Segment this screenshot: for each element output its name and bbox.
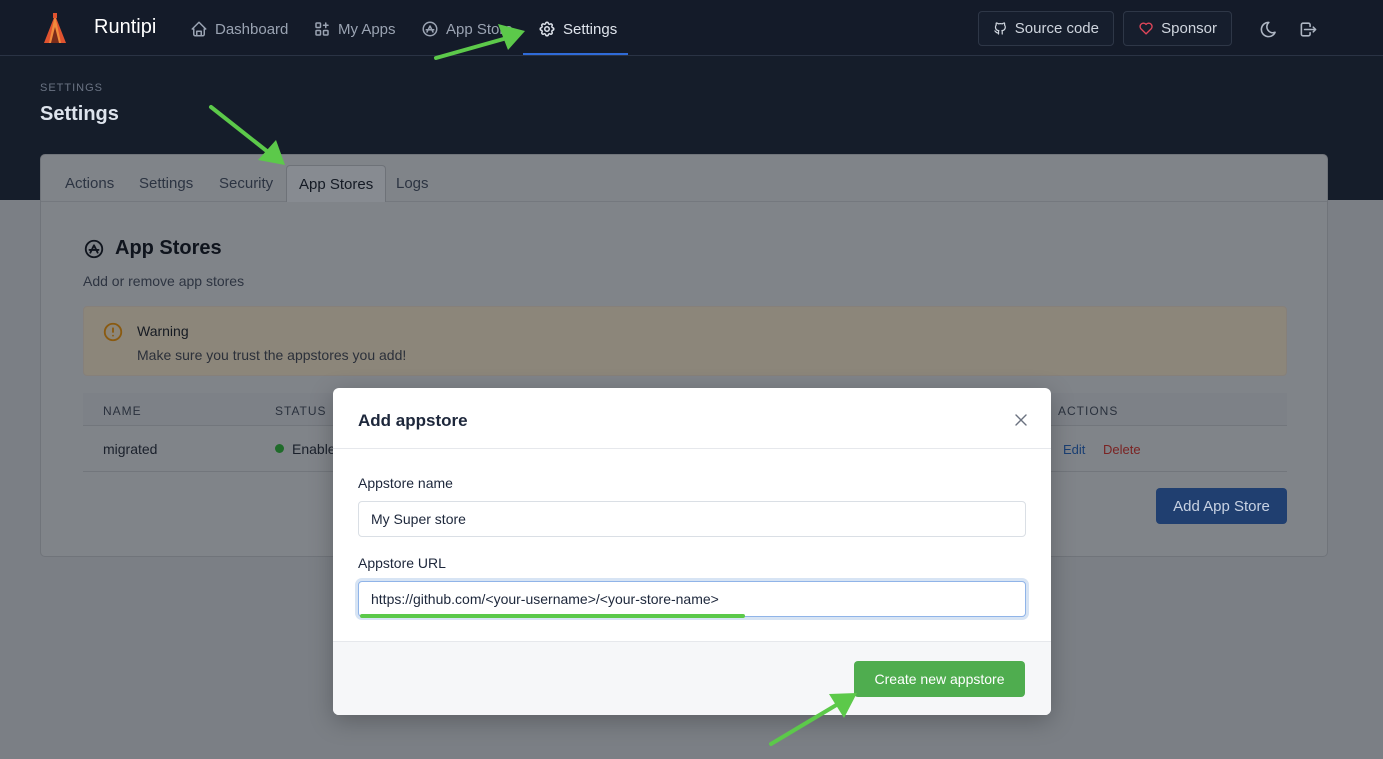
add-appstore-modal: Add appstore Appstore name Appstore URL … [333, 388, 1051, 715]
tab-app-stores[interactable]: App Stores [286, 165, 387, 202]
column-status: STATUS [275, 404, 327, 418]
nav-settings[interactable]: Settings [538, 18, 617, 40]
nav-app-store-label: App Store [446, 20, 513, 38]
column-name: NAME [103, 404, 142, 418]
warning-alert: Warning Make sure you trust the appstore… [83, 306, 1287, 376]
home-icon [191, 21, 207, 37]
alert-title: Warning [137, 323, 189, 339]
column-actions: ACTIONS [1058, 404, 1119, 418]
logout-button[interactable] [1297, 18, 1319, 40]
add-app-store-button[interactable]: Add App Store [1156, 488, 1287, 524]
tab-actions[interactable]: Actions [53, 165, 126, 202]
top-navbar: Runtipi Dashboard My Apps App Store Sett… [0, 0, 1383, 56]
status-dot [275, 444, 284, 453]
sponsor-label: Sponsor [1161, 20, 1217, 37]
appstore-name-label: Appstore name [358, 475, 453, 491]
section-title-text: App Stores [115, 237, 222, 259]
delete-link[interactable]: Delete [1103, 442, 1141, 457]
source-code-button[interactable]: Source code [978, 11, 1114, 46]
tab-settings[interactable]: Settings [127, 165, 205, 202]
store-status: Enable [275, 441, 336, 457]
heart-icon [1139, 22, 1153, 35]
store-name: migrated [103, 441, 158, 457]
alert-circle-icon [103, 322, 123, 342]
appstore-url-input[interactable] [358, 581, 1026, 617]
store-status-text: Enable [292, 441, 336, 457]
modal-footer: Create new appstore [333, 641, 1051, 715]
nav-my-apps[interactable]: My Apps [313, 18, 396, 40]
moon-icon [1260, 21, 1276, 37]
logout-icon [1300, 21, 1316, 37]
close-icon[interactable] [1013, 412, 1029, 428]
github-icon [994, 22, 1006, 35]
page-title: Settings [40, 103, 119, 125]
app-store-icon [84, 239, 104, 258]
page-pretitle: SETTINGS [40, 82, 104, 94]
create-appstore-button[interactable]: Create new appstore [854, 661, 1025, 697]
settings-tabs: Actions Settings Security App Stores Log… [41, 155, 1327, 202]
runtipi-logo-icon [44, 13, 66, 43]
nav-dashboard[interactable]: Dashboard [190, 18, 288, 40]
nav-app-store[interactable]: App Store [421, 18, 513, 40]
nav-settings-label: Settings [563, 20, 618, 38]
modal-header: Add appstore [333, 388, 1051, 449]
section-title: App Stores [83, 237, 222, 260]
apps-icon [315, 22, 329, 36]
tab-logs[interactable]: Logs [384, 165, 441, 202]
tab-security[interactable]: Security [207, 165, 285, 202]
nav-dashboard-label: Dashboard [215, 20, 289, 38]
source-code-label: Source code [1014, 20, 1099, 37]
nav-my-apps-label: My Apps [338, 20, 396, 38]
appstore-name-input[interactable] [358, 501, 1026, 537]
app-store-icon [422, 21, 438, 37]
brand-name: Runtipi [94, 16, 157, 38]
active-nav-indicator [523, 53, 628, 55]
edit-link[interactable]: Edit [1063, 442, 1085, 457]
modal-title: Add appstore [358, 411, 468, 430]
appstore-url-label: Appstore URL [358, 555, 446, 571]
annotation-underline [360, 614, 745, 618]
alert-text: Make sure you trust the appstores you ad… [137, 347, 407, 363]
section-subtitle: Add or remove app stores [83, 273, 245, 289]
settings-icon [539, 21, 555, 37]
sponsor-button[interactable]: Sponsor [1123, 11, 1232, 46]
theme-toggle-button[interactable] [1257, 18, 1279, 40]
brand[interactable]: Runtipi [40, 13, 156, 45]
